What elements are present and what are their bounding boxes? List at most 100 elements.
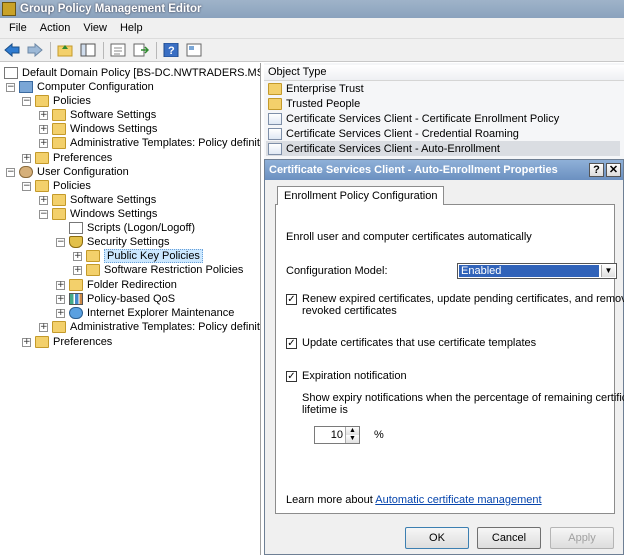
stepper-up-icon[interactable]: ▲	[345, 427, 359, 435]
expand-icon[interactable]: +	[39, 138, 48, 148]
back-arrow-icon[interactable]	[3, 41, 21, 59]
collapse-icon[interactable]: −	[22, 181, 31, 191]
expand-icon[interactable]: +	[22, 153, 31, 163]
expiry-percentage-stepper[interactable]: 10 ▲ ▼	[314, 426, 360, 444]
expand-icon[interactable]: +	[39, 110, 48, 120]
configuration-model-select[interactable]: Enabled ▼	[457, 263, 617, 279]
list-item[interactable]: Enterprise Trust	[266, 81, 620, 96]
dialog-title: Certificate Services Client - Auto-Enrol…	[265, 160, 623, 180]
expand-icon[interactable]: +	[73, 251, 82, 261]
expiration-notification-checkbox[interactable]: ✓	[286, 371, 297, 382]
tree-item-uc-folder-redirection[interactable]: + Folder Redirection	[56, 278, 177, 292]
tree-item-uc-scripts[interactable]: Scripts (Logon/Logoff)	[56, 221, 195, 235]
tree-pane: Default Domain Policy [BS-DC.NWTRADERS.M…	[0, 63, 261, 555]
cancel-button[interactable]: Cancel	[477, 527, 541, 549]
tree-item-cc-windows-settings[interactable]: + Windows Settings	[39, 122, 157, 136]
column-header-object-type[interactable]: Object Type	[264, 65, 624, 81]
expiry-text-line1: Show expiry notifications when the perce…	[302, 392, 624, 404]
tree-item-uc-public-key-policies[interactable]: + Public Key Policies	[73, 249, 203, 263]
apply-button[interactable]: Apply	[550, 527, 614, 549]
list-item[interactable]: Certificate Services Client - Certificat…	[266, 111, 620, 126]
collapse-icon[interactable]: −	[6, 167, 15, 177]
renew-checkbox[interactable]: ✓	[286, 294, 297, 305]
menu-bar: File Action View Help	[0, 18, 624, 38]
expiry-text-line2: lifetime is	[302, 404, 348, 416]
expand-icon[interactable]: +	[22, 337, 31, 347]
toolbar-separator	[50, 41, 51, 59]
tree-item-uc-preferences[interactable]: + Preferences	[22, 335, 112, 349]
renew-label-line2: revoked certificates	[302, 305, 397, 317]
collapse-icon[interactable]: −	[56, 237, 65, 247]
tree-item-uc-software-settings[interactable]: + Software Settings	[39, 193, 156, 207]
window-title: Group Policy Management Editor	[20, 3, 202, 15]
ok-button[interactable]: OK	[405, 527, 469, 549]
automatic-certificate-management-link[interactable]: Automatic certificate management	[375, 494, 541, 506]
certificate-settings-icon	[268, 112, 282, 125]
up-folder-icon[interactable]	[56, 41, 74, 59]
list-item-label: Certificate Services Client - Auto-Enrol…	[286, 142, 500, 155]
dialog-close-button[interactable]: ✕	[606, 163, 621, 177]
tree-item-root[interactable]: Default Domain Policy [BS-DC.NWTRADERS.M…	[4, 66, 260, 80]
certificate-settings-icon	[268, 142, 282, 155]
list-item[interactable]: Trusted People	[266, 96, 620, 111]
export-list-icon[interactable]	[132, 41, 150, 59]
folder-icon	[52, 123, 66, 135]
computer-icon	[19, 81, 33, 93]
expand-icon[interactable]: +	[56, 280, 65, 290]
menu-view[interactable]: View	[78, 22, 115, 34]
tree-item-uc-security-settings[interactable]: − Security Settings	[56, 235, 170, 249]
tree-item-uc-policy-qos[interactable]: + Policy-based QoS	[56, 292, 175, 306]
scripts-icon	[69, 222, 83, 234]
expand-icon[interactable]: +	[39, 322, 48, 332]
update-certificates-checkbox[interactable]: ✓	[286, 338, 297, 349]
tab-enrollment-policy-configuration[interactable]: Enrollment Policy Configuration	[277, 186, 445, 205]
tree-item-uc-policies[interactable]: − Policies	[22, 179, 91, 193]
tree-item-cc-software-settings[interactable]: + Software Settings	[39, 108, 156, 122]
collapse-icon[interactable]: −	[22, 96, 31, 106]
folder-icon	[52, 194, 66, 206]
tree-item-computer-configuration[interactable]: − Computer Configuration	[6, 80, 154, 94]
tree-label: Windows Settings	[70, 123, 158, 135]
tree-item-cc-admin-templates[interactable]: + Administrative Templates: Policy defin…	[39, 136, 260, 150]
tree-item-user-configuration[interactable]: − User Configuration	[6, 165, 129, 179]
tree-item-cc-preferences[interactable]: + Preferences	[22, 151, 112, 165]
list-item-selected[interactable]: Certificate Services Client - Auto-Enrol…	[266, 141, 620, 156]
collapse-icon[interactable]: −	[39, 209, 48, 219]
expand-icon[interactable]: +	[73, 265, 82, 275]
expand-icon[interactable]: +	[56, 294, 65, 304]
expand-icon[interactable]: +	[39, 124, 48, 134]
refresh-icon[interactable]	[109, 41, 127, 59]
expand-icon[interactable]: +	[39, 195, 48, 205]
folder-icon	[86, 264, 100, 276]
percent-label: %	[374, 429, 384, 441]
stepper-down-icon[interactable]: ▼	[345, 435, 359, 443]
certificate-settings-icon	[268, 127, 282, 140]
toolbar-separator	[103, 41, 104, 59]
folder-icon	[69, 279, 83, 291]
forward-arrow-icon[interactable]	[26, 41, 44, 59]
tree-item-cc-policies[interactable]: − Policies	[22, 94, 91, 108]
tree-label: Preferences	[53, 336, 113, 348]
tree-item-uc-windows-settings[interactable]: − Windows Settings	[39, 207, 157, 221]
collapse-icon[interactable]: −	[6, 82, 15, 92]
tree-label: Policy-based QoS	[87, 293, 176, 305]
update-certificates-label: Update certificates that use certificate…	[302, 337, 537, 349]
chevron-down-icon[interactable]: ▼	[601, 265, 615, 277]
tree-item-uc-admin-templates[interactable]: + Administrative Templates: Policy defin…	[39, 320, 260, 334]
intro-text: Enroll user and computer certificates au…	[286, 231, 532, 243]
tree-label: Security Settings	[87, 236, 170, 248]
menu-file[interactable]: File	[4, 22, 35, 34]
menu-help[interactable]: Help	[115, 22, 151, 34]
tree-item-uc-ie-maintenance[interactable]: + Internet Explorer Maintenance	[56, 306, 234, 320]
expand-icon[interactable]: +	[56, 308, 65, 318]
list-item[interactable]: Certificate Services Client - Credential…	[266, 126, 620, 141]
properties-icon[interactable]	[185, 41, 203, 59]
show-hide-tree-icon[interactable]	[79, 41, 97, 59]
tree-item-uc-software-restriction[interactable]: + Software Restriction Policies	[73, 263, 243, 277]
dialog-help-button[interactable]: ?	[589, 163, 604, 177]
learn-more-text: Learn more about Automatic certificate m…	[286, 494, 542, 506]
help-icon[interactable]: ?	[162, 41, 180, 59]
expiry-percentage-value: 10	[330, 429, 343, 441]
menu-action[interactable]: Action	[35, 22, 79, 34]
folder-icon	[268, 82, 282, 95]
